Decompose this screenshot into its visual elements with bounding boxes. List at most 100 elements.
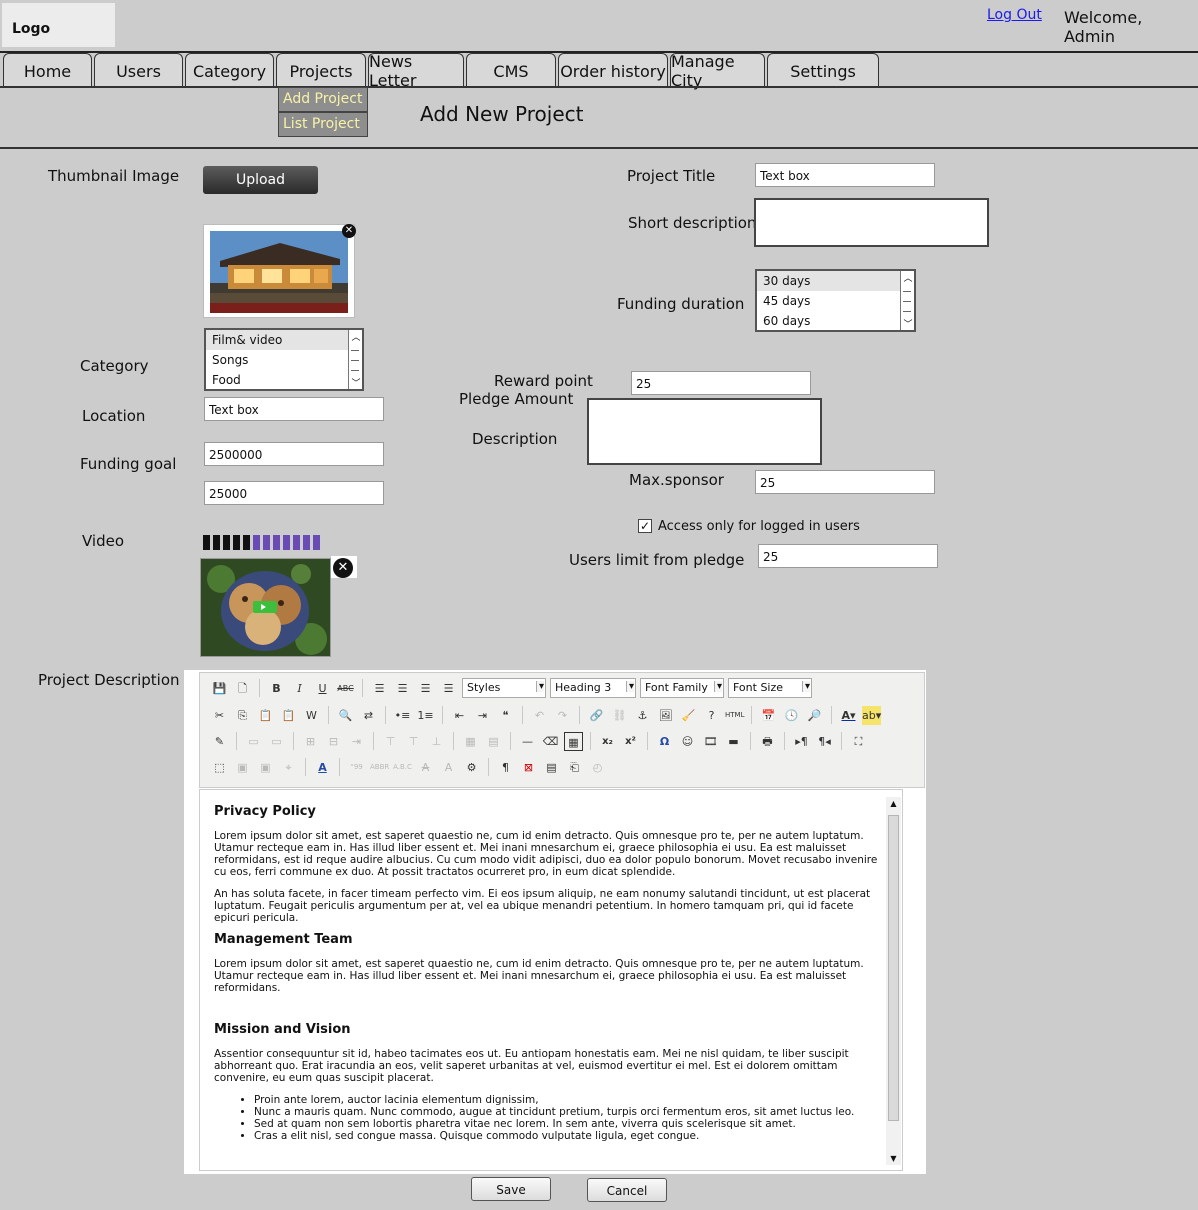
attributes-icon[interactable]: ⚙ xyxy=(462,758,481,777)
italic-icon[interactable]: I xyxy=(290,679,309,698)
copy-icon[interactable]: ⎘ xyxy=(233,706,252,725)
absolute-icon[interactable]: ▭ xyxy=(267,732,286,751)
tab-order-history[interactable]: Order history xyxy=(558,53,668,88)
max-sponsor-input[interactable]: 25 xyxy=(755,470,935,494)
duration-option[interactable]: 30 days xyxy=(757,271,914,291)
scroll-up-icon[interactable]: ︿ xyxy=(350,330,362,343)
insert-layer-icon[interactable]: ⬚ xyxy=(210,758,229,777)
scroll-down-icon[interactable]: ﹀ xyxy=(902,317,914,330)
paste-word-icon[interactable]: W xyxy=(302,706,321,725)
save-button[interactable]: Save xyxy=(471,1177,551,1201)
submenu-list-project[interactable]: List Project xyxy=(278,112,368,137)
font-size-dropdown[interactable]: Font Size xyxy=(728,678,812,698)
redo-icon[interactable]: ↷ xyxy=(553,706,572,725)
category-listbox[interactable]: Film& video Songs Food ︿ ﹀ xyxy=(204,328,364,391)
description-textarea[interactable] xyxy=(587,398,822,465)
project-title-input[interactable]: Text box xyxy=(755,163,935,187)
scroll-thumb[interactable] xyxy=(888,815,899,1121)
insert-date-icon[interactable]: 📅 xyxy=(759,706,778,725)
print-icon[interactable]: 🖶 xyxy=(758,732,777,751)
nonbreaking-icon[interactable]: ⊠ xyxy=(519,758,538,777)
superscript-icon[interactable]: x² xyxy=(621,732,640,751)
tab-manage-city[interactable]: Manage City xyxy=(670,52,765,90)
bold-icon[interactable]: B xyxy=(267,679,286,698)
table-row-after-icon[interactable]: ⊟ xyxy=(324,732,343,751)
emoticon-icon[interactable]: ☺ xyxy=(678,732,697,751)
tab-cms[interactable]: CMS xyxy=(466,53,556,88)
editor-scrollbar[interactable]: ▲ ▼ xyxy=(886,797,901,1165)
video-thumbnail[interactable] xyxy=(200,558,331,657)
unlink-icon[interactable]: ⛓ xyxy=(610,706,629,725)
category-option[interactable]: Songs xyxy=(206,350,362,370)
table-delete-row-icon[interactable]: ⇥ xyxy=(347,732,366,751)
duration-option[interactable]: 45 days xyxy=(757,291,914,311)
users-limit-input[interactable]: 25 xyxy=(758,544,938,568)
find-icon[interactable]: 🔍 xyxy=(336,706,355,725)
outdent-icon[interactable]: ⇤ xyxy=(450,706,469,725)
editor-content-area[interactable]: Privacy Policy Lorem ipsum dolor sit ame… xyxy=(199,789,903,1171)
submenu-add-project[interactable]: Add Project xyxy=(278,87,368,112)
align-justify-icon[interactable]: ☰ xyxy=(439,679,458,698)
visual-aid-icon[interactable]: ▦ xyxy=(564,731,583,751)
funding-goal-input[interactable]: 2500000 xyxy=(204,442,384,466)
bullet-list-icon[interactable]: •≡ xyxy=(393,706,412,725)
duration-option[interactable]: 60 days xyxy=(757,311,914,331)
scrollbar[interactable]: ︿ ﹀ xyxy=(900,271,914,330)
numbered-list-icon[interactable]: 1≡ xyxy=(416,706,435,725)
remove-video-icon[interactable]: ✕ xyxy=(333,558,353,578)
remove-format-icon[interactable]: ⌫ xyxy=(541,732,560,751)
cut-icon[interactable]: ✂ xyxy=(210,706,229,725)
highlight-color-icon[interactable]: ab▾ xyxy=(862,705,881,725)
scroll-up-icon[interactable]: ▲ xyxy=(886,799,901,808)
acronym-icon[interactable]: A.B.C xyxy=(393,758,412,777)
horizontal-rule-icon[interactable]: — xyxy=(518,732,537,751)
subscript-icon[interactable]: x₂ xyxy=(598,732,617,751)
tab-home[interactable]: Home xyxy=(3,53,92,88)
undo-icon[interactable]: ↶ xyxy=(530,706,549,725)
tab-newsletter[interactable]: News Letter xyxy=(368,52,464,90)
pagebreak-icon[interactable]: ⎗ xyxy=(565,758,584,777)
logout-link[interactable]: Log Out xyxy=(987,7,1042,23)
heading-dropdown[interactable]: Heading 3 xyxy=(550,678,636,698)
absolute-position-icon[interactable]: ⌖ xyxy=(279,758,298,777)
move-backward-icon[interactable]: ▣ xyxy=(256,758,275,777)
link-icon[interactable]: 🔗 xyxy=(587,706,606,725)
tab-users[interactable]: Users xyxy=(94,53,183,88)
text-color-icon[interactable]: A▾ xyxy=(839,706,858,725)
location-input[interactable]: Text box xyxy=(204,397,384,421)
special-char-icon[interactable]: Ω xyxy=(655,732,674,751)
table-col-before-icon[interactable]: ⊤ xyxy=(381,732,400,751)
funding-duration-listbox[interactable]: 30 days 45 days 60 days ︿ ﹀ xyxy=(755,269,916,332)
html-source-icon[interactable]: HTML xyxy=(725,706,744,725)
tab-settings[interactable]: Settings xyxy=(767,53,879,88)
align-center-icon[interactable]: ☰ xyxy=(393,679,412,698)
blockquote-icon[interactable]: ❝ xyxy=(496,706,515,725)
delete-text-icon[interactable]: A xyxy=(416,758,435,777)
remove-thumbnail-icon[interactable]: ✕ xyxy=(342,224,356,238)
scroll-down-icon[interactable]: ▼ xyxy=(886,1154,901,1163)
edit-css-icon[interactable]: ✎ xyxy=(210,732,229,751)
access-checkbox[interactable]: ✓ xyxy=(638,519,652,533)
help-icon[interactable]: ? xyxy=(702,706,721,725)
category-option[interactable]: Food xyxy=(206,370,362,390)
insert-text-icon[interactable]: A xyxy=(439,758,458,777)
insert-layer-icon[interactable]: ▭ xyxy=(244,732,263,751)
media-icon[interactable]: 🎞 xyxy=(701,732,720,751)
funding-goal-input-secondary[interactable]: 25000 xyxy=(204,481,384,505)
paste-icon[interactable]: 📋 xyxy=(256,706,275,725)
anchor-icon[interactable]: ⚓ xyxy=(633,706,652,725)
styleprops-icon[interactable]: A xyxy=(313,758,332,777)
scrollbar[interactable]: ︿ ﹀ xyxy=(348,330,362,389)
tab-category[interactable]: Category xyxy=(185,53,274,88)
save-icon[interactable]: 💾 xyxy=(210,679,229,698)
table-col-after-icon[interactable]: ⊤ xyxy=(404,732,423,751)
underline-icon[interactable]: U xyxy=(313,679,332,698)
restore-draft-icon[interactable]: ◴ xyxy=(588,758,607,777)
fullscreen-icon[interactable]: ⛶ xyxy=(849,732,868,751)
scroll-down-icon[interactable]: ﹀ xyxy=(350,376,362,389)
cleanup-icon[interactable]: 🧹 xyxy=(679,706,698,725)
abbr-icon[interactable]: ABBR xyxy=(370,758,389,777)
short-description-textarea[interactable] xyxy=(754,198,989,247)
cite-icon[interactable]: “99 xyxy=(347,758,366,777)
indent-icon[interactable]: ⇥ xyxy=(473,706,492,725)
